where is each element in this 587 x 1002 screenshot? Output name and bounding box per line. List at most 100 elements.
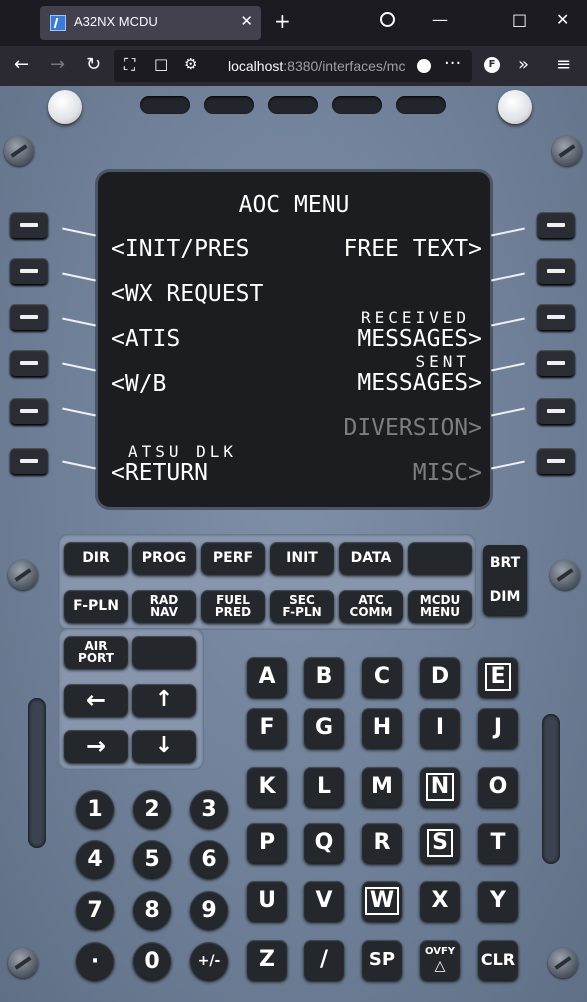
tab-a32nx-mcdu[interactable]: A32NX MCDU ✕: [40, 6, 261, 40]
key-1[interactable]: 1: [76, 790, 114, 828]
key-f[interactable]: F: [247, 708, 287, 748]
init-key[interactable]: INIT: [270, 542, 334, 574]
key-q[interactable]: Q: [304, 823, 344, 863]
key-sp[interactable]: SP: [362, 940, 402, 980]
url-bar[interactable]: ⛶ □ ⚙ localhost:8380/interfaces/mc ···: [114, 50, 472, 82]
key-u[interactable]: U: [247, 881, 287, 921]
key-e-label: E: [485, 663, 511, 691]
atc-comm-key[interactable]: ATC COMM: [339, 590, 403, 622]
fuel-pred-key[interactable]: FUEL PRED: [201, 590, 265, 622]
right-arrow-key[interactable]: →: [64, 730, 128, 762]
key-a[interactable]: A: [247, 657, 287, 697]
key-slash[interactable]: /: [304, 940, 344, 980]
key-s[interactable]: S: [420, 823, 460, 863]
lsk-3r[interactable]: [537, 304, 575, 330]
perf-key[interactable]: PERF: [201, 542, 265, 574]
minimize-icon[interactable]: —: [432, 10, 448, 29]
key-0[interactable]: 0: [133, 942, 171, 980]
key-9[interactable]: 9: [190, 891, 228, 929]
key-6[interactable]: 6: [190, 840, 228, 878]
down-arrow-key[interactable]: ↓: [132, 730, 196, 762]
rad-nav-key[interactable]: RAD NAV: [132, 590, 196, 622]
lsk-5r[interactable]: [537, 398, 575, 424]
key-l[interactable]: L: [304, 767, 344, 807]
data-key[interactable]: DATA: [339, 542, 403, 574]
menu-icon[interactable]: ≡: [556, 54, 571, 75]
blank-key[interactable]: [408, 542, 472, 574]
lsk-1l[interactable]: [10, 212, 48, 238]
lsk-3l[interactable]: [10, 304, 48, 330]
key-5[interactable]: 5: [133, 840, 171, 878]
record-dot-icon[interactable]: [417, 59, 431, 73]
key-e[interactable]: E: [478, 657, 518, 697]
prog-key[interactable]: PROG: [132, 542, 196, 574]
airport-key[interactable]: AIR PORT: [64, 636, 128, 668]
lsk-5l[interactable]: [10, 398, 48, 424]
key-t[interactable]: T: [478, 823, 518, 863]
key-y[interactable]: Y: [478, 881, 518, 921]
lsk-4l[interactable]: [10, 350, 48, 376]
key-k[interactable]: K: [247, 767, 287, 807]
key-b[interactable]: B: [304, 657, 344, 697]
page-icon[interactable]: □: [154, 55, 168, 73]
reload-icon[interactable]: ↻: [86, 54, 101, 75]
key-v[interactable]: V: [304, 881, 344, 921]
left-slot: [28, 698, 46, 848]
key-i[interactable]: I: [420, 708, 460, 748]
brt-dim-rocker[interactable]: BRT DIM: [483, 545, 527, 615]
key-j[interactable]: J: [478, 708, 518, 748]
alarm-icon[interactable]: [380, 12, 395, 27]
key-z[interactable]: Z: [247, 940, 287, 980]
key-o[interactable]: O: [478, 767, 518, 807]
left-brightness-knob[interactable]: [48, 90, 82, 124]
key-ovfy[interactable]: OVFY △: [420, 940, 460, 980]
key-2[interactable]: 2: [133, 790, 171, 828]
f-pln-key[interactable]: F-PLN: [64, 590, 128, 622]
tab-close-icon[interactable]: ✕: [240, 12, 253, 30]
lsk-4r[interactable]: [537, 350, 575, 376]
key-d[interactable]: D: [420, 657, 460, 697]
dim-label[interactable]: DIM: [483, 589, 527, 605]
key-x[interactable]: X: [420, 881, 460, 921]
lsk-2l[interactable]: [10, 258, 48, 284]
key-3[interactable]: 3: [190, 790, 228, 828]
lsk-2r[interactable]: [537, 258, 575, 284]
key-c[interactable]: C: [362, 657, 402, 697]
key-clr[interactable]: CLR: [478, 940, 518, 980]
extension-icon[interactable]: F: [484, 57, 500, 73]
key-h[interactable]: H: [362, 708, 402, 748]
key-8[interactable]: 8: [133, 891, 171, 929]
right-brightness-knob[interactable]: [498, 90, 532, 124]
lsk-6r[interactable]: [537, 448, 575, 474]
tab-bar: A32NX MCDU ✕ + — □ ✕: [0, 0, 587, 46]
forward-icon[interactable]: →: [50, 54, 65, 75]
maximize-icon[interactable]: □: [512, 10, 527, 29]
lsk-1r[interactable]: [537, 212, 575, 238]
key-plus-minus[interactable]: +/-: [190, 942, 228, 980]
key-4[interactable]: 4: [76, 840, 114, 878]
lsk-6l[interactable]: [10, 448, 48, 474]
key-m[interactable]: M: [362, 767, 402, 807]
key-g[interactable]: G: [304, 708, 344, 748]
back-icon[interactable]: ←: [14, 54, 29, 75]
key-7[interactable]: 7: [76, 891, 114, 929]
more-icon[interactable]: ···: [444, 53, 461, 74]
key-decimal[interactable]: ·: [76, 942, 114, 980]
brt-label[interactable]: BRT: [483, 555, 527, 571]
shield-icon[interactable]: ⛶: [124, 55, 135, 75]
up-arrow-key[interactable]: ↑: [132, 684, 196, 716]
key-n[interactable]: N: [420, 767, 460, 807]
mcdu-menu-key[interactable]: MCDU MENU: [408, 590, 472, 622]
permissions-icon[interactable]: ⚙: [184, 55, 197, 73]
key-p[interactable]: P: [247, 823, 287, 863]
blank-key-2[interactable]: [132, 636, 196, 668]
overflow-icon[interactable]: »: [518, 54, 529, 75]
sec-f-pln-key[interactable]: SEC F-PLN: [270, 590, 334, 622]
new-tab-button[interactable]: +: [274, 9, 291, 33]
close-window-icon[interactable]: ✕: [556, 10, 569, 29]
left-arrow-key[interactable]: ←: [64, 684, 128, 716]
dir-key[interactable]: DIR: [64, 542, 128, 574]
url-text[interactable]: localhost:8380/interfaces/mc: [228, 58, 418, 74]
key-r[interactable]: R: [362, 823, 402, 863]
key-w[interactable]: W: [362, 881, 402, 921]
